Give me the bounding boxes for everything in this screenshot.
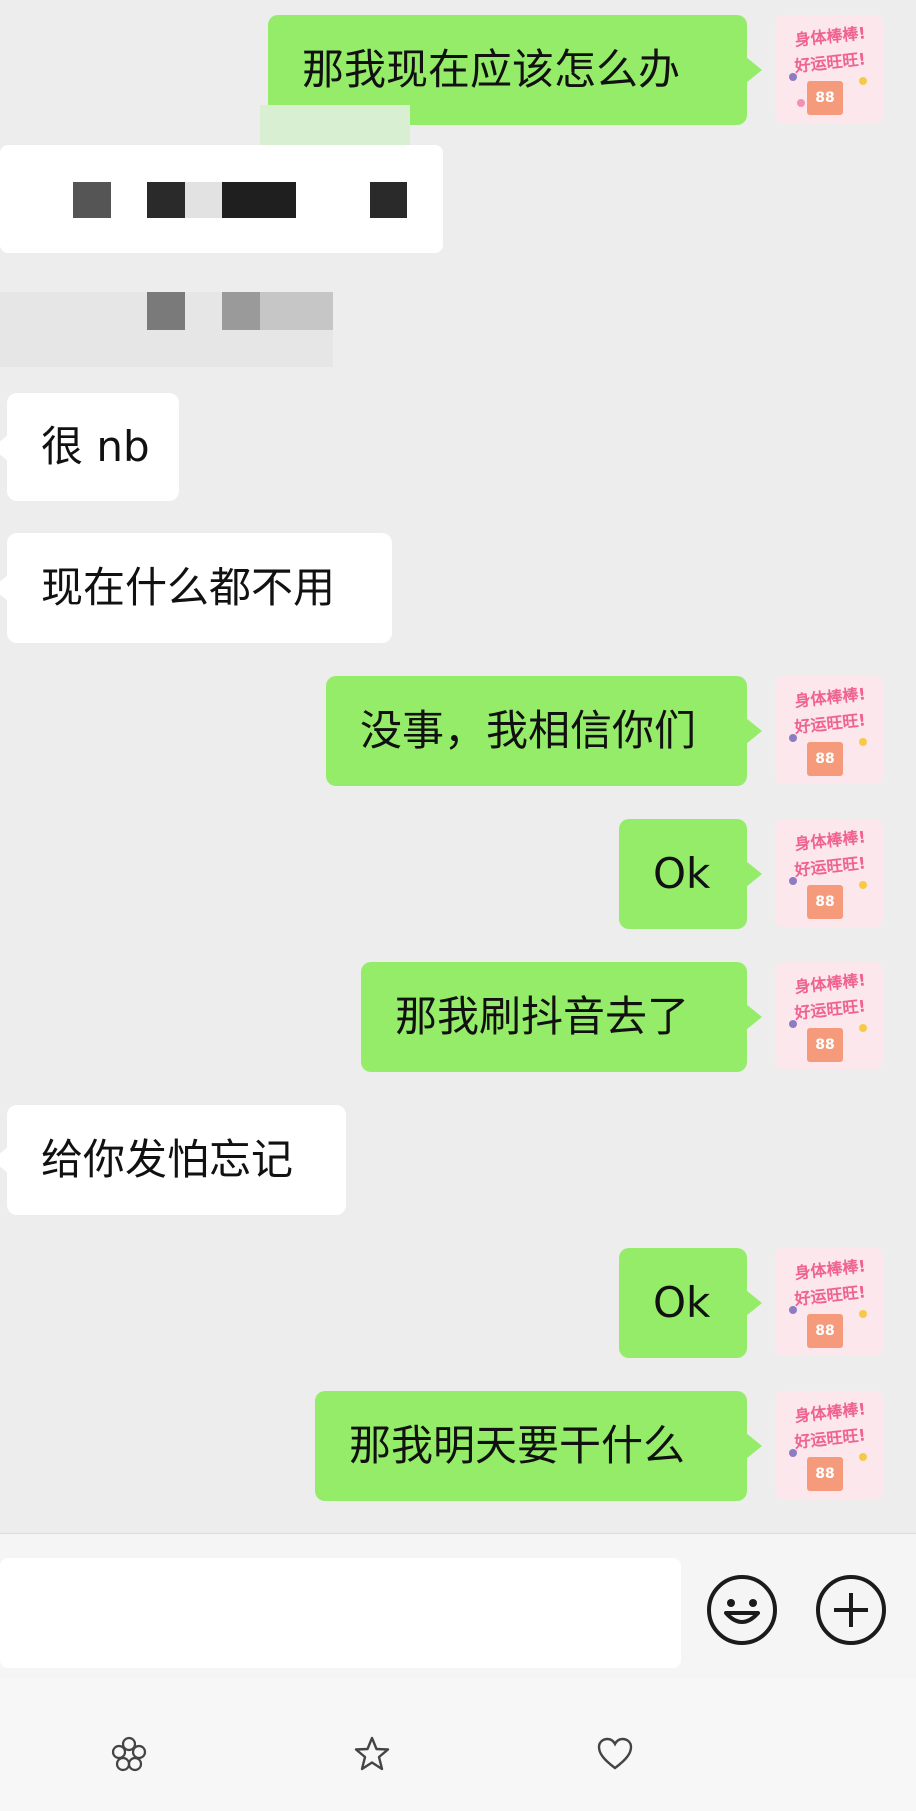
message-bubble-sent[interactable]: Ok <box>619 819 762 929</box>
input-bar <box>0 1533 916 1679</box>
avatar[interactable]: 身体棒棒! 好运旺旺! 88 <box>775 676 883 784</box>
message-bubble-received[interactable]: 给你发怕忘记 <box>0 1105 346 1215</box>
message-bubble-sent[interactable]: 那我刷抖音去了 <box>361 962 762 1072</box>
redacted-block <box>260 292 333 330</box>
star-icon[interactable] <box>352 1734 392 1774</box>
gift-icon: 88 <box>807 81 843 115</box>
chat-area[interactable]: 那我现在应该怎么办 身体棒棒! 好运旺旺! 88 很 nb 现在什么都不用 没事… <box>0 0 916 1533</box>
gift-icon: 88 <box>807 742 843 776</box>
message-bubble-received[interactable]: 现在什么都不用 <box>0 533 392 643</box>
plus-icon <box>834 1593 868 1627</box>
avatar[interactable]: 身体棒棒! 好运旺旺! 88 <box>775 15 883 123</box>
message-bubble-sent[interactable]: 没事，我相信你们 <box>326 676 762 786</box>
message-bubble-sent[interactable]: Ok <box>619 1248 762 1358</box>
emoji-icon <box>724 1599 760 1624</box>
avatar[interactable]: 身体棒棒! 好运旺旺! 88 <box>775 962 883 1070</box>
system-nav-bar <box>0 1679 916 1811</box>
message-input[interactable] <box>0 1558 681 1668</box>
redacted-block <box>222 182 296 218</box>
gift-icon: 88 <box>807 1457 843 1491</box>
gift-icon: 88 <box>807 885 843 919</box>
plus-button[interactable] <box>816 1575 886 1645</box>
redacted-block <box>260 105 410 145</box>
redacted-block <box>185 182 222 218</box>
message-bubble-received[interactable]: 很 nb <box>0 393 179 501</box>
emoji-button[interactable] <box>707 1575 777 1645</box>
avatar[interactable]: 身体棒棒! 好运旺旺! 88 <box>775 1391 883 1499</box>
avatar[interactable]: 身体棒棒! 好运旺旺! 88 <box>775 819 883 927</box>
redacted-block <box>147 182 185 218</box>
redacted-block <box>222 292 260 330</box>
redacted-block <box>73 182 111 218</box>
gift-icon: 88 <box>807 1314 843 1348</box>
redacted-block <box>370 182 407 218</box>
message-bubble-sent[interactable]: 那我明天要干什么 <box>315 1391 762 1501</box>
redacted-block <box>147 292 185 330</box>
heart-icon[interactable] <box>595 1734 635 1774</box>
flower-icon[interactable] <box>109 1734 149 1774</box>
gift-icon: 88 <box>807 1028 843 1062</box>
avatar[interactable]: 身体棒棒! 好运旺旺! 88 <box>775 1248 883 1356</box>
